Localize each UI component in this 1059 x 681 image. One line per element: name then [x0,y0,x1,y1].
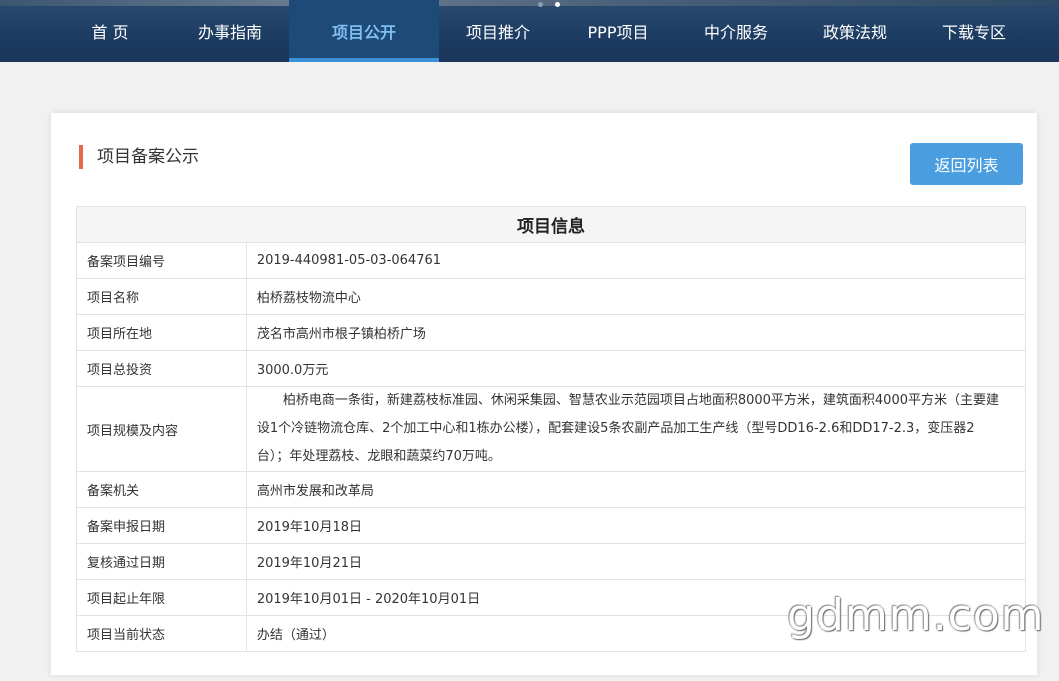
project-info-table: 项目信息 备案项目编号 2019-440981-05-03-064761 项目名… [76,206,1027,652]
row-label: 项目名称 [76,278,247,315]
nav-item-download[interactable]: 下载专区 [922,0,1026,62]
watermark-logo: gdmm.com [787,590,1045,641]
row-label: 备案项目编号 [76,242,247,279]
table-row: 项目规模及内容 柏桥电商一条街，新建荔枝标准园、休闲采集园、智慧农业示范园项目占… [76,386,1027,472]
nav-item-policy[interactable]: 政策法规 [803,0,907,62]
nav-item-guide[interactable]: 办事指南 [178,0,282,62]
row-label: 备案申报日期 [76,507,247,544]
nav-list: 首 页 办事指南 项目公开 项目推介 PPP项目 中介服务 政策法规 下载专区 [0,0,1059,62]
table-row: 备案机关 高州市发展和改革局 [76,471,1027,508]
nav-item-project-public[interactable]: 项目公开 [289,0,439,62]
table-header-row: 项目信息 [76,206,1026,243]
table-row: 复核通过日期 2019年10月21日 [76,543,1027,580]
row-value: 高州市发展和改革局 [245,471,1027,508]
row-label: 项目总投资 [76,350,247,387]
nav-item-agency[interactable]: 中介服务 [684,0,788,62]
row-label: 备案机关 [76,471,247,508]
back-to-list-button[interactable]: 返回列表 [910,143,1023,185]
table-row: 备案申报日期 2019年10月18日 [76,507,1027,544]
row-value: 2019年10月21日 [245,543,1027,580]
row-value: 2019-440981-05-03-064761 [245,242,1027,279]
nav-item-ppp[interactable]: PPP项目 [566,0,670,62]
row-value: 柏桥荔枝物流中心 [245,278,1027,315]
row-label: 项目当前状态 [76,615,247,652]
table-row: 项目名称 柏桥荔枝物流中心 [76,278,1027,315]
table-row: 备案项目编号 2019-440981-05-03-064761 [76,242,1027,279]
table-header: 项目信息 [76,206,1026,243]
row-value: 3000.0万元 [245,350,1027,387]
row-value: 茂名市高州市根子镇柏桥广场 [245,314,1027,351]
row-value: 2019年10月18日 [245,507,1027,544]
top-navigation-bar: 首 页 办事指南 项目公开 项目推介 PPP项目 中介服务 政策法规 下载专区 [0,0,1059,62]
table-row: 项目所在地 茂名市高州市根子镇柏桥广场 [76,314,1027,351]
row-value: 柏桥电商一条街，新建荔枝标准园、休闲采集园、智慧农业示范园项目占地面积8000平… [245,386,1027,472]
nav-item-project-promotion[interactable]: 项目推介 [446,0,550,62]
row-label: 项目起止年限 [76,579,247,616]
row-label: 项目所在地 [76,314,247,351]
nav-item-home[interactable]: 首 页 [62,0,158,62]
row-label: 复核通过日期 [76,543,247,580]
table-row: 项目总投资 3000.0万元 [76,350,1027,387]
row-label: 项目规模及内容 [76,386,247,472]
section-title: 项目备案公示 [79,145,199,169]
